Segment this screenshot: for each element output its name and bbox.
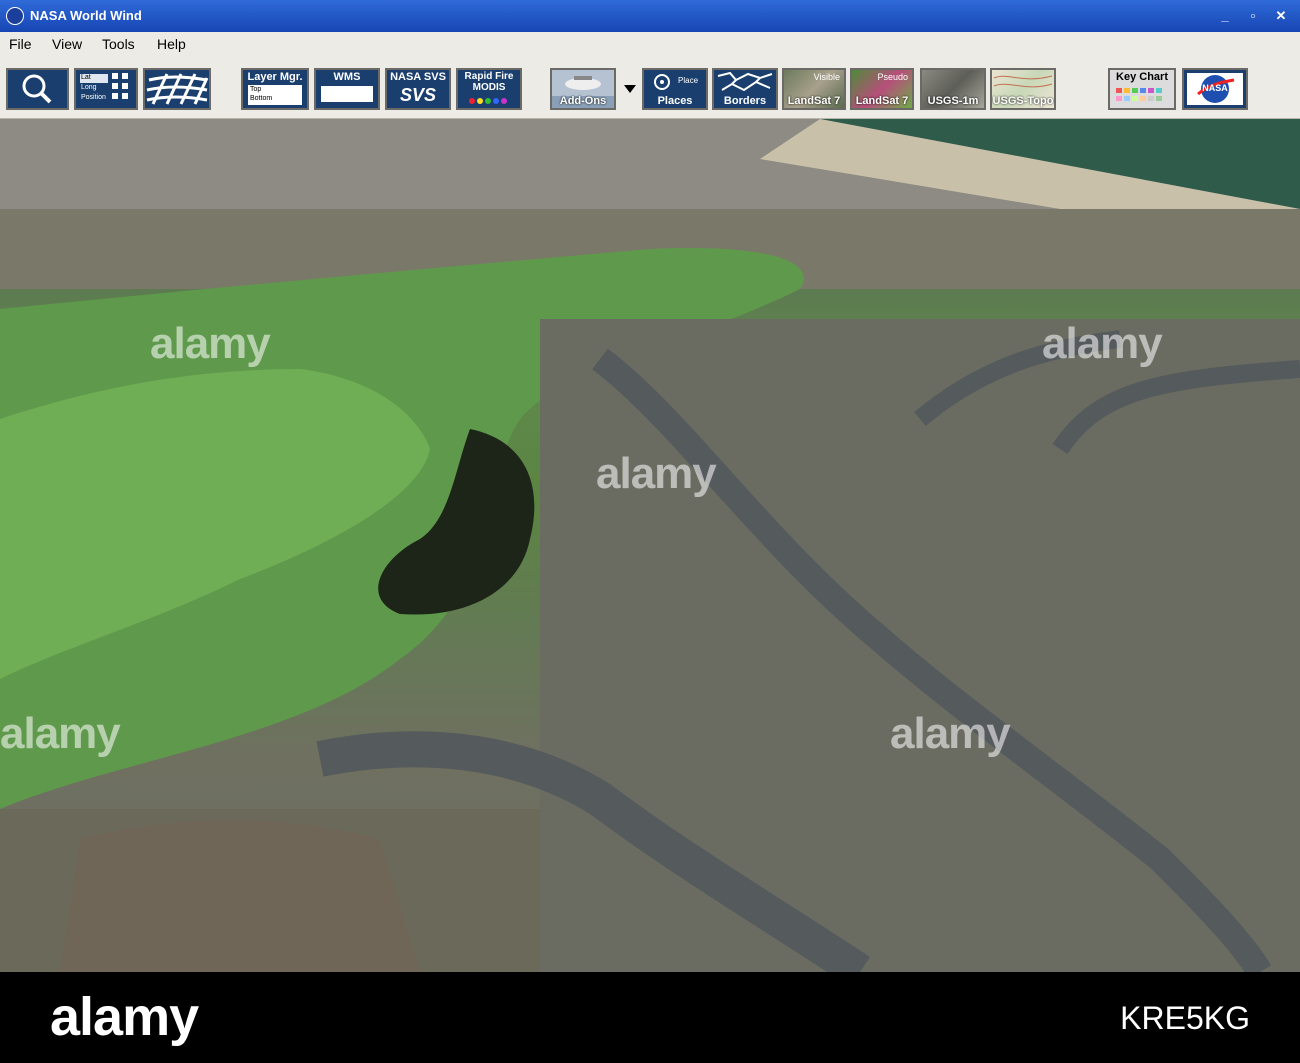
- search-button[interactable]: [6, 68, 69, 110]
- menu-tools[interactable]: Tools: [102, 36, 135, 52]
- borders-button[interactable]: Borders: [712, 68, 778, 110]
- wms-button[interactable]: WMS: [314, 68, 380, 110]
- usgs-1m-button[interactable]: USGS-1m: [920, 68, 986, 110]
- usgs-topo-label: USGS-Topo: [992, 95, 1054, 107]
- close-icon[interactable]: ✕: [1270, 6, 1292, 26]
- stock-photo-bar: alamy KRE5KG: [0, 972, 1300, 1063]
- minimize-icon[interactable]: _: [1214, 6, 1236, 26]
- topo-lines-icon: [993, 75, 1053, 88]
- window-title: NASA World Wind: [30, 8, 142, 23]
- menu-bar: File View Tools Help: [0, 32, 1300, 58]
- rapid-fire-modis-button[interactable]: Rapid Fire MODIS: [456, 68, 522, 110]
- landsat7-visible-button[interactable]: Visible LandSat 7: [782, 68, 846, 110]
- layer-bottom-label: Bottom: [250, 95, 273, 102]
- layer-list-preview: Top Bottom: [248, 85, 302, 105]
- menu-help[interactable]: Help: [157, 36, 186, 52]
- grid-lines-icon: [146, 73, 209, 105]
- nasa-app-icon: [6, 7, 24, 25]
- watermark-alamy: alamy: [150, 319, 271, 368]
- landsat7-pseudo-button[interactable]: Pseudo LandSat 7: [850, 68, 914, 110]
- magnifier-icon: [22, 74, 52, 104]
- key-chart-button[interactable]: Key Chart: [1108, 68, 1176, 110]
- nasa-logo-text: NASA: [1202, 83, 1228, 93]
- watermark-alamy: alamy: [596, 449, 717, 498]
- modis-label: MODIS: [472, 82, 506, 93]
- rapid-fire-label: Rapid Fire: [464, 71, 514, 82]
- position-label: Position: [81, 94, 106, 101]
- watermark-alamy: alamy: [0, 709, 121, 758]
- layer-manager-button[interactable]: Layer Mgr. Top Bottom: [241, 68, 309, 110]
- wms-label: WMS: [333, 71, 361, 83]
- wms-field-preview: [321, 86, 373, 102]
- add-ons-label: Add-Ons: [559, 95, 607, 107]
- satellite-icon: [552, 70, 614, 96]
- nasa-svs-label: NASA SVS: [390, 71, 446, 83]
- watermark-alamy: alamy: [890, 709, 1011, 758]
- nasa-svs-button[interactable]: NASA SVS SVS: [385, 68, 451, 110]
- toolbar: Lat Long Position Layer Mgr. Top Bottom …: [0, 58, 1300, 119]
- svs-logo: SVS: [399, 85, 437, 105]
- layer-manager-label: Layer Mgr.: [247, 71, 303, 83]
- watermark-alamy: alamy: [1042, 319, 1163, 368]
- places-button[interactable]: Place Places: [642, 68, 708, 110]
- key-chart-label: Key Chart: [1116, 71, 1168, 83]
- usgs-1m-label: USGS-1m: [927, 95, 979, 107]
- landsat7-visible-label: LandSat 7: [787, 95, 841, 107]
- pseudo-sublabel: Pseudo: [877, 72, 908, 82]
- grid-lines-button[interactable]: [143, 68, 211, 110]
- add-ons-button[interactable]: Add-Ons: [550, 68, 616, 110]
- place-sublabel: Place: [678, 76, 699, 85]
- restore-icon[interactable]: ▫: [1242, 6, 1264, 26]
- alamy-logo: alamy: [50, 987, 199, 1047]
- borders-label: Borders: [723, 95, 767, 107]
- menu-view[interactable]: View: [52, 36, 82, 52]
- lat-label: Lat: [81, 74, 91, 81]
- globe-view[interactable]: alamy alamy alamy alamy alamy: [0, 119, 1300, 972]
- key-chart-swatches-icon: [1116, 88, 1162, 101]
- usgs-topo-button[interactable]: USGS-Topo: [990, 68, 1056, 110]
- visible-sublabel: Visible: [813, 72, 840, 82]
- layer-top-label: Top: [250, 86, 262, 93]
- window-controls: _ ▫ ✕: [1214, 6, 1292, 26]
- menu-file[interactable]: File: [9, 36, 32, 52]
- borders-map-icon: [717, 71, 773, 92]
- modis-dots-icon: [469, 98, 507, 104]
- nasa-logo-button[interactable]: NASA: [1182, 68, 1248, 110]
- long-label: Long: [81, 84, 97, 91]
- aerial-terrain: [0, 119, 1300, 972]
- image-id: KRE5KG: [1120, 1000, 1250, 1036]
- title-bar: NASA World Wind _ ▫ ✕: [0, 0, 1300, 32]
- latlong-button[interactable]: Lat Long Position: [74, 68, 138, 110]
- add-ons-dropdown-icon[interactable]: [624, 85, 636, 93]
- places-label: Places: [657, 95, 693, 107]
- landsat7-pseudo-label: LandSat 7: [855, 95, 909, 107]
